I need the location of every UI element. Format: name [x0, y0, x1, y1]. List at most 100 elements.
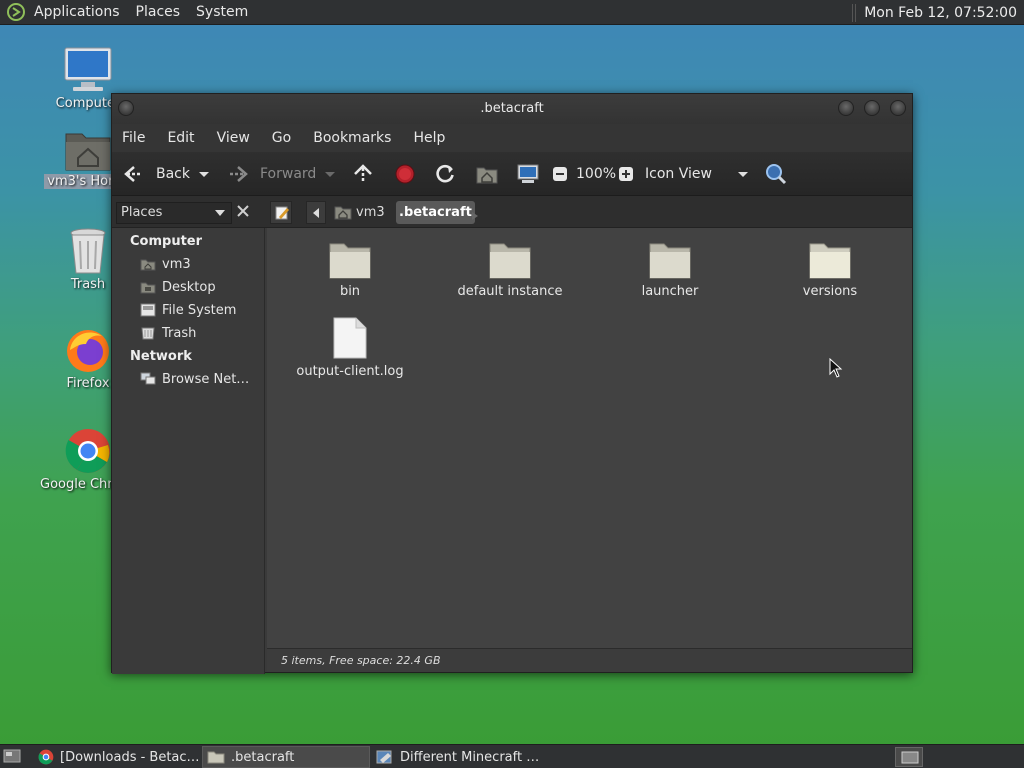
- menu-file[interactable]: File: [122, 130, 145, 146]
- computer-icon: [517, 164, 539, 183]
- close-icon: [237, 205, 249, 217]
- zoom-percent: 100%: [576, 166, 617, 182]
- zoom-out-button[interactable]: [552, 152, 568, 196]
- file-item-output-client-log[interactable]: output-client.log: [275, 316, 425, 379]
- forward-label: Forward: [260, 166, 317, 182]
- trash-icon: [70, 228, 106, 274]
- zoom-in-button[interactable]: [618, 152, 634, 196]
- clock[interactable]: Mon Feb 12, 07:52:00: [864, 5, 1017, 21]
- home-folder-icon: [334, 206, 352, 220]
- close-button[interactable]: [890, 100, 906, 116]
- sidebar-item-label: Trash: [162, 325, 197, 341]
- computer-button[interactable]: [516, 152, 540, 196]
- breadcrumb-label: .betacraft: [399, 205, 472, 220]
- firefox-icon: [67, 330, 109, 372]
- back-arrow-icon: [124, 166, 142, 182]
- show-desktop-icon: [3, 749, 21, 763]
- distro-logo-icon[interactable]: [6, 2, 26, 22]
- places-menu[interactable]: Places: [136, 4, 181, 20]
- sidebar-item-desktop[interactable]: Desktop: [140, 277, 216, 297]
- maximize-button[interactable]: [864, 100, 880, 116]
- text-file-icon: [333, 317, 367, 359]
- app-icon: [376, 750, 392, 764]
- breadcrumb-label: vm3: [356, 205, 385, 220]
- stop-button[interactable]: [394, 152, 416, 196]
- toggle-location-entry-button[interactable]: [270, 201, 292, 224]
- forward-button[interactable]: Forward: [226, 152, 316, 196]
- sidebar-item-label: File System: [162, 302, 237, 318]
- breadcrumb-vm3[interactable]: vm3: [334, 201, 385, 224]
- view-mode-label: Icon View: [645, 166, 712, 182]
- window-title: .betacraft: [480, 101, 544, 116]
- menu-view[interactable]: View: [217, 130, 250, 146]
- home-button[interactable]: [476, 152, 498, 196]
- search-icon: [766, 164, 787, 185]
- breadcrumb-scroll-left[interactable]: [306, 201, 326, 224]
- workspace-icon: [901, 751, 919, 764]
- up-arrow-icon: [354, 164, 372, 183]
- applications-menu[interactable]: Applications: [34, 4, 120, 20]
- menu-go[interactable]: Go: [272, 130, 291, 146]
- back-history-dropdown[interactable]: [198, 152, 210, 196]
- sidebar-item-vm3[interactable]: vm3: [140, 254, 191, 274]
- search-button[interactable]: [764, 152, 788, 196]
- file-item-versions[interactable]: versions: [755, 240, 905, 299]
- folder-icon: [329, 243, 371, 279]
- system-menu[interactable]: System: [196, 4, 248, 20]
- taskbar-item-minecraft[interactable]: Different Minecraft …: [372, 746, 540, 768]
- taskbar-item-betacraft[interactable]: .betacraft: [202, 746, 370, 768]
- edit-icon: [275, 206, 289, 220]
- home-folder-icon: [65, 133, 111, 171]
- menu-edit[interactable]: Edit: [167, 130, 194, 146]
- chevron-down-icon: [215, 210, 225, 216]
- close-sidebar-button[interactable]: [236, 204, 250, 222]
- menu-bookmarks[interactable]: Bookmarks: [313, 130, 391, 146]
- window-titlebar[interactable]: .betacraft: [112, 94, 912, 124]
- taskbar-item-downloads[interactable]: [Downloads - Betac…: [34, 746, 200, 768]
- file-view[interactable]: bin default instance launcher versions o…: [267, 228, 912, 648]
- top-panel: Applications Places System Mon Feb 12, 0…: [0, 0, 1024, 25]
- file-manager-window: .betacraft File Edit View Go Bookmarks H…: [111, 93, 913, 674]
- sidebar-item-browse-network[interactable]: Browse Net…: [140, 369, 249, 389]
- status-bar: 5 items, Free space: 22.4 GB: [267, 648, 912, 672]
- minimize-button[interactable]: [838, 100, 854, 116]
- breadcrumb-betacraft[interactable]: .betacraft: [396, 201, 475, 224]
- folder-icon: [649, 243, 691, 279]
- sidebar-item-label: vm3: [162, 256, 191, 272]
- trash-icon: [141, 327, 155, 340]
- sidebar-mode-label: Places: [121, 205, 163, 220]
- desktop-icon: [140, 282, 156, 294]
- breadcrumb-scroll-right[interactable]: [472, 209, 478, 224]
- network-icon: [140, 372, 156, 385]
- file-item-default-instance[interactable]: default instance: [435, 240, 585, 299]
- folder-icon: [809, 243, 851, 279]
- sidebar-item-trash[interactable]: Trash: [140, 323, 196, 343]
- chrome-icon: [65, 429, 110, 473]
- show-desktop-button[interactable]: [3, 748, 21, 768]
- forward-history-dropdown[interactable]: [324, 152, 336, 196]
- zoom-level[interactable]: 100%: [576, 152, 616, 196]
- sidebar-item-label: Browse Net…: [162, 371, 250, 387]
- file-name: versions: [802, 284, 858, 299]
- reload-icon: [436, 164, 454, 183]
- file-name: default instance: [457, 284, 563, 299]
- menu-help[interactable]: Help: [413, 130, 445, 146]
- view-mode-select[interactable]: Icon View: [645, 152, 749, 196]
- up-button[interactable]: [352, 152, 374, 196]
- mouse-cursor-icon: [829, 358, 843, 378]
- sidebar-heading-network: Network: [130, 349, 192, 364]
- home-icon: [140, 259, 156, 271]
- sidebar-mode-select[interactable]: Places: [116, 202, 232, 224]
- reload-button[interactable]: [434, 152, 456, 196]
- window-menu-button[interactable]: [118, 100, 134, 116]
- sidebar-item-file-system[interactable]: File System: [140, 300, 236, 320]
- file-item-bin[interactable]: bin: [275, 240, 425, 299]
- desktop-icon-label: Trash: [70, 277, 106, 292]
- chevron-down-icon: [199, 172, 209, 177]
- stop-icon: [395, 164, 415, 184]
- back-button[interactable]: Back: [122, 152, 190, 196]
- status-text: 5 items, Free space: 22.4 GB: [281, 654, 441, 667]
- bottom-panel: [Downloads - Betac… .betacraft Different…: [0, 744, 1024, 768]
- workspace-switcher[interactable]: [895, 747, 923, 767]
- file-item-launcher[interactable]: launcher: [595, 240, 745, 299]
